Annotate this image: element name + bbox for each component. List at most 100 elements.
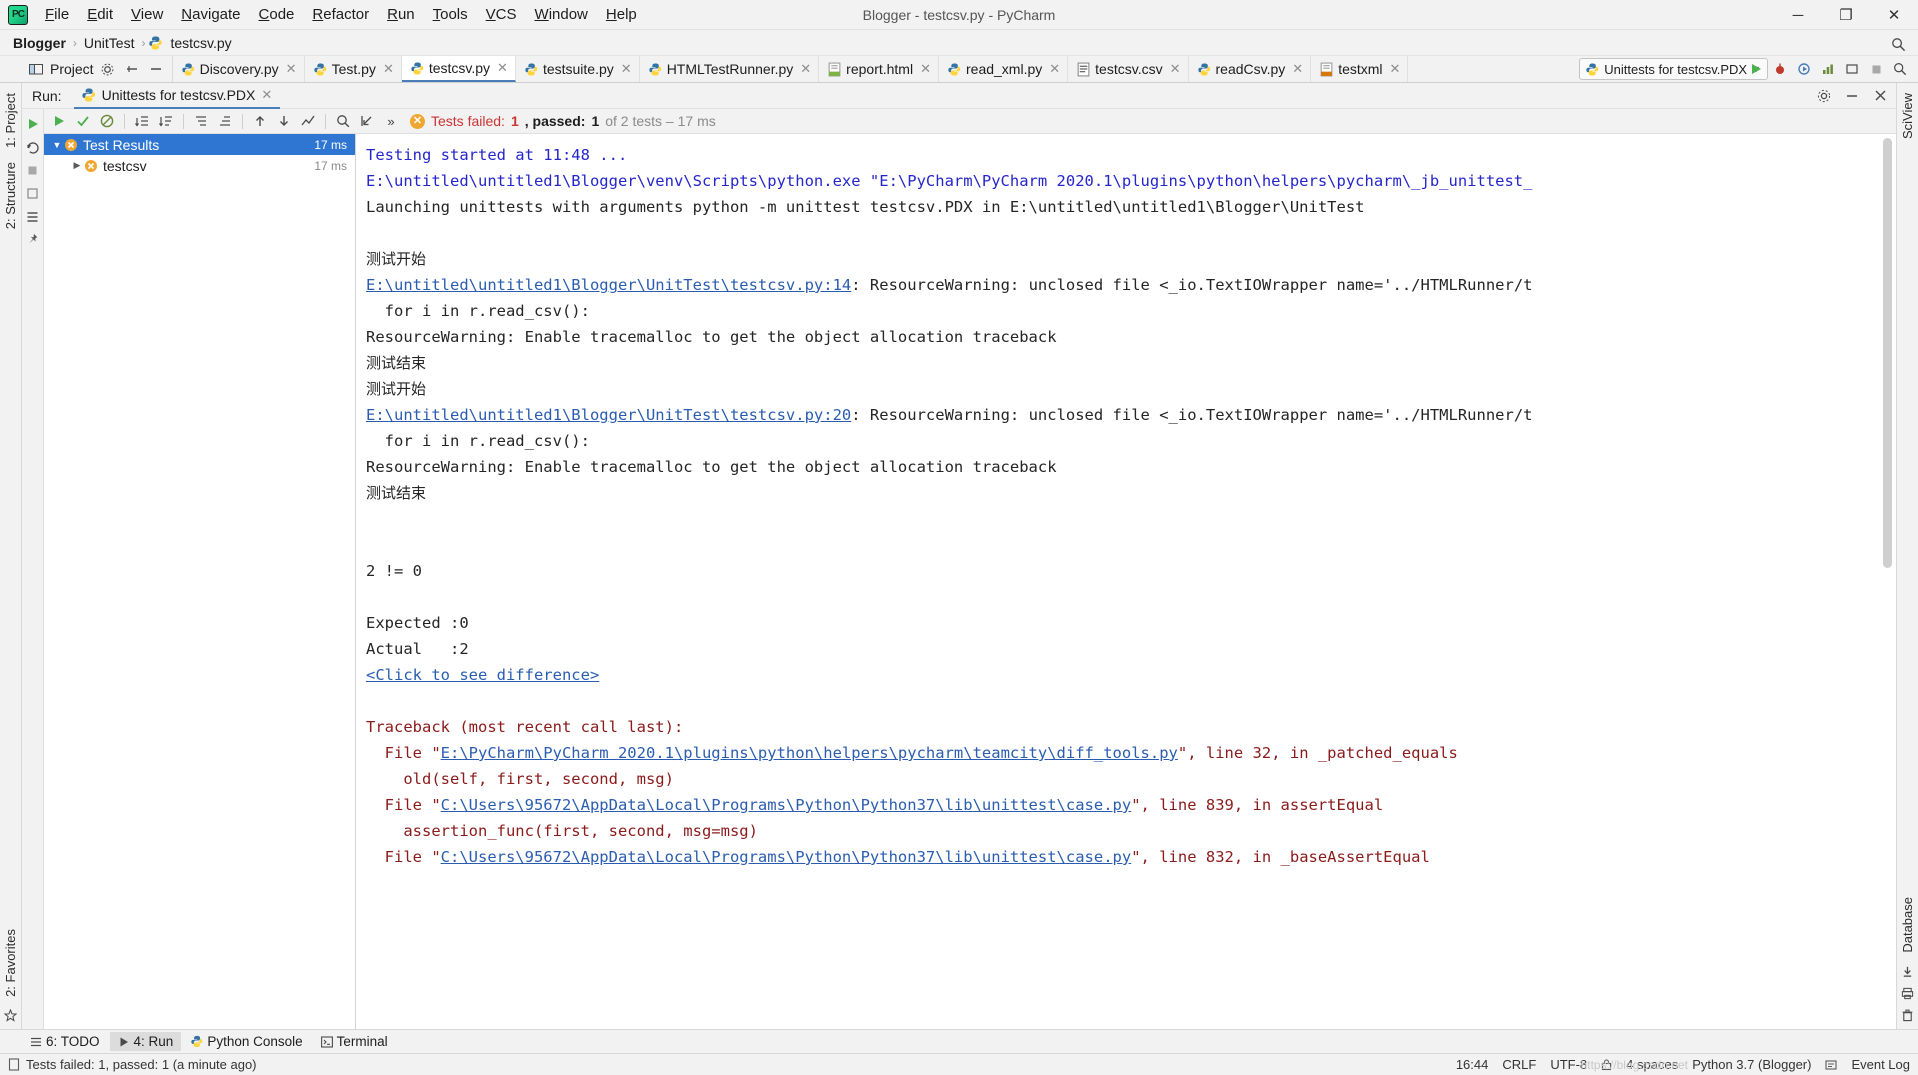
maximize-button[interactable]: ❐	[1822, 0, 1870, 30]
editor-tab-readcsv-py[interactable]: readCsv.py ✕	[1189, 56, 1312, 82]
editor-tab-report-html[interactable]: report.html ✕	[819, 56, 939, 82]
console-hyperlink[interactable]: E:\untitled\untitled1\Blogger\UnitTest\t…	[366, 276, 851, 294]
export-results-icon[interactable]	[356, 111, 378, 132]
menu-code[interactable]: Code	[250, 2, 304, 27]
close-icon[interactable]: ✕	[286, 61, 297, 77]
chevron-down-icon[interactable]: ▼	[50, 140, 64, 150]
overflow-menu-icon[interactable]: »	[380, 111, 402, 132]
stripe-button-sciview[interactable]: SciView	[1900, 87, 1915, 145]
debug-button[interactable]	[1770, 59, 1790, 79]
project-view-icon[interactable]	[26, 59, 46, 79]
editor-tab-testsuite-py[interactable]: testsuite.py ✕	[516, 56, 640, 82]
run-button[interactable]	[1746, 59, 1766, 79]
breadcrumb-folder[interactable]: UnitTest	[81, 35, 138, 51]
test-tree-row[interactable]: ▼ Test Results 17 ms	[44, 134, 355, 155]
rerun-failed-icon[interactable]	[24, 138, 42, 156]
filter-search-icon[interactable]	[332, 111, 354, 132]
search-everywhere-icon[interactable]	[1890, 59, 1910, 79]
console-hyperlink[interactable]: E:\PyCharm\PyCharm 2020.1\plugins\python…	[441, 744, 1178, 762]
editor-tab-read-xml-py[interactable]: read_xml.py ✕	[939, 56, 1069, 82]
stripe-button-structure[interactable]: 2: Structure	[3, 156, 18, 235]
run-configuration-selector[interactable]: Unittests for testcsv.PDX▼	[1579, 58, 1768, 80]
stop-button[interactable]	[1866, 59, 1886, 79]
console-scrollbar-track[interactable]	[1883, 134, 1894, 1029]
menu-navigate[interactable]: Navigate	[172, 2, 249, 27]
menu-vcs[interactable]: VCS	[477, 2, 526, 27]
console-scrollbar-thumb[interactable]	[1883, 138, 1892, 568]
rerun-icon[interactable]	[24, 115, 42, 133]
expand-all-icon[interactable]	[190, 111, 212, 132]
menu-file[interactable]: File	[36, 2, 78, 27]
close-button[interactable]: ✕	[1870, 0, 1918, 30]
menu-help[interactable]: Help	[597, 2, 646, 27]
editor-tab-test-py[interactable]: Test.py ✕	[305, 56, 402, 82]
star-icon[interactable]	[1, 1005, 21, 1025]
editor-tab-testxml[interactable]: testxml ✕	[1311, 56, 1409, 82]
close-icon[interactable]: ✕	[1390, 61, 1401, 77]
project-label[interactable]: Project	[50, 61, 94, 77]
close-icon[interactable]: ✕	[261, 87, 272, 103]
sort-alphabetically-icon[interactable]	[131, 111, 153, 132]
stripe-button-project[interactable]: 1: Project	[3, 87, 18, 154]
rerun-tests-icon[interactable]	[48, 111, 70, 132]
stripe-button-favorites[interactable]: 2: Favorites	[3, 923, 18, 1003]
profile-button[interactable]	[1818, 59, 1838, 79]
console-hyperlink[interactable]: C:\Users\95672\AppData\Local\Programs\Py…	[441, 796, 1132, 814]
show-passed-icon[interactable]	[72, 111, 94, 132]
run-configuration-tab[interactable]: Unittests for testcsv.PDX ✕	[73, 83, 281, 109]
close-icon[interactable]: ✕	[1049, 61, 1060, 77]
sort-duration-icon[interactable]	[155, 111, 177, 132]
bottom-tool-4--run[interactable]: 4: Run	[109, 1032, 182, 1051]
test-results-tree[interactable]: ▼ Test Results 17 ms ▶ testcsv 17 ms	[44, 134, 356, 1029]
stripe-button-database[interactable]: Database	[1900, 891, 1915, 959]
menu-edit[interactable]: Edit	[78, 2, 122, 27]
status-interpreter[interactable]: Python 3.7 (Blogger)	[1692, 1057, 1811, 1072]
menu-window[interactable]: Window	[526, 2, 597, 27]
menu-refactor[interactable]: Refactor	[303, 2, 378, 27]
status-line-separator[interactable]: CRLF	[1502, 1057, 1536, 1072]
close-icon[interactable]: ✕	[383, 61, 394, 77]
pin-icon[interactable]	[24, 230, 42, 248]
breadcrumb-project[interactable]: Blogger	[10, 35, 69, 51]
minimize-button[interactable]: ─	[1774, 0, 1822, 30]
close-icon[interactable]: ✕	[920, 61, 931, 77]
breadcrumb-file[interactable]: testcsv.py	[167, 35, 234, 51]
editor-tab-discovery-py[interactable]: Discovery.py ✕	[173, 56, 305, 82]
event-log-label[interactable]: Event Log	[1851, 1057, 1910, 1072]
console-hyperlink[interactable]: C:\Users\95672\AppData\Local\Programs\Py…	[441, 848, 1132, 866]
bottom-tool-6--todo[interactable]: 6: TODO	[22, 1032, 108, 1051]
close-panel-icon[interactable]	[1870, 86, 1890, 106]
editor-tab-testcsv-csv[interactable]: testcsv.csv ✕	[1068, 56, 1189, 82]
gear-icon[interactable]	[1814, 86, 1834, 106]
down-arrow-icon[interactable]	[273, 111, 295, 132]
editor-tab-htmltestrunner-py[interactable]: HTMLTestRunner.py ✕	[640, 56, 820, 82]
close-icon[interactable]: ✕	[800, 61, 811, 77]
test-tree-row[interactable]: ▶ testcsv 17 ms	[44, 155, 355, 176]
download-icon[interactable]	[1898, 961, 1918, 981]
trash-icon[interactable]	[1898, 1005, 1918, 1025]
close-icon[interactable]: ✕	[1292, 61, 1303, 77]
test-history-icon[interactable]	[297, 111, 319, 132]
bottom-tool-terminal[interactable]: Terminal	[313, 1032, 396, 1051]
minimize-panel-icon[interactable]	[1842, 86, 1862, 106]
run-coverage-button[interactable]	[1794, 59, 1814, 79]
up-arrow-icon[interactable]	[249, 111, 271, 132]
show-ignored-icon[interactable]	[96, 111, 118, 132]
dump-threads-icon[interactable]	[24, 207, 42, 225]
collapse-all-icon[interactable]	[214, 111, 236, 132]
event-log-icon[interactable]	[1825, 1059, 1838, 1071]
stop-icon[interactable]	[24, 161, 42, 179]
console-hyperlink[interactable]: E:\untitled\untitled1\Blogger\UnitTest\t…	[366, 406, 851, 424]
close-icon[interactable]: ✕	[621, 61, 632, 77]
hide-panel-icon[interactable]	[146, 59, 166, 79]
menu-view[interactable]: View	[122, 2, 172, 27]
collapse-all-icon[interactable]	[122, 59, 142, 79]
attach-button[interactable]	[1842, 59, 1862, 79]
pin-tab-icon[interactable]	[24, 184, 42, 202]
console-output[interactable]: Testing started at 11:48 ... E:\untitled\…	[356, 134, 1896, 1029]
search-everywhere-icon[interactable]	[1888, 34, 1908, 54]
close-icon[interactable]: ✕	[497, 60, 508, 76]
close-icon[interactable]: ✕	[1170, 61, 1181, 77]
editor-tab-testcsv-py[interactable]: testcsv.py ✕	[401, 56, 516, 82]
bottom-tool-python-console[interactable]: Python Console	[183, 1032, 310, 1051]
